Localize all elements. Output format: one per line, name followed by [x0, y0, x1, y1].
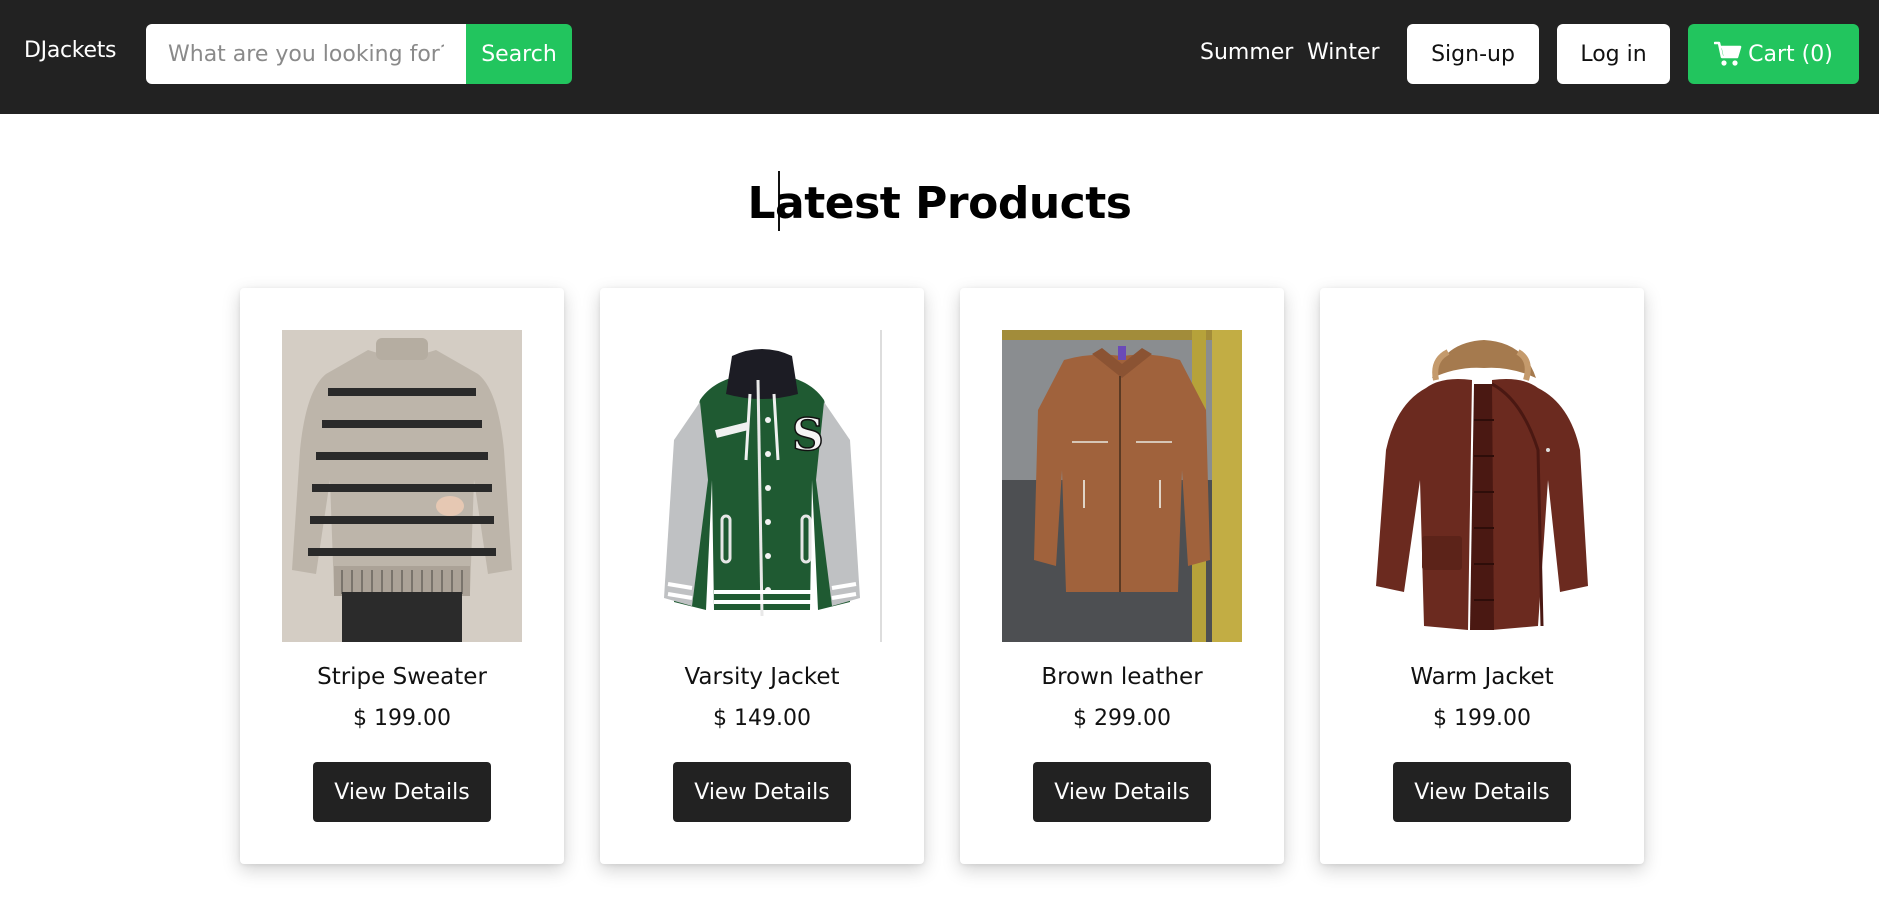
product-name[interactable]: Brown leather: [960, 664, 1284, 690]
nav-link-summer[interactable]: Summer: [1200, 40, 1293, 65]
login-button[interactable]: Log in: [1557, 24, 1670, 84]
page-title: Latest Products: [747, 178, 1132, 229]
product-price: $ 149.00: [713, 706, 811, 731]
product-card: Stripe Sweater $ 199.00 View Details: [240, 288, 564, 864]
svg-text:S: S: [792, 410, 824, 461]
navbar: DJackets Search Summer Winter Sign-up Lo…: [0, 0, 1879, 114]
product-price: $ 299.00: [1073, 706, 1171, 731]
cart-button[interactable]: Cart (0): [1688, 24, 1859, 84]
product-price: $ 199.00: [353, 706, 451, 731]
shopping-cart-icon: [1714, 41, 1742, 67]
product-card: S Varsity Jacket $ 149.00 View Details: [600, 288, 924, 864]
view-details-button[interactable]: View Details: [313, 762, 491, 822]
search-form: Search: [146, 24, 572, 84]
striped-sweater-photo[interactable]: [282, 330, 522, 642]
view-details-button[interactable]: View Details: [1033, 762, 1211, 822]
search-button[interactable]: Search: [466, 24, 572, 84]
product-card: Brown leather $ 299.00 View Details: [960, 288, 1284, 864]
brand-logo[interactable]: DJackets: [24, 38, 116, 63]
brown-leather-jacket-photo[interactable]: [1002, 330, 1242, 642]
view-details-button[interactable]: View Details: [1393, 762, 1571, 822]
warm-parka-jacket-photo[interactable]: [1362, 330, 1602, 642]
signup-button[interactable]: Sign-up: [1407, 24, 1539, 84]
nav-link-winter[interactable]: Winter: [1307, 40, 1380, 65]
cart-label: Cart (0): [1748, 41, 1833, 67]
view-details-button[interactable]: View Details: [673, 762, 851, 822]
product-name[interactable]: Varsity Jacket: [600, 664, 924, 690]
product-price: $ 199.00: [1433, 706, 1531, 731]
search-input[interactable]: [146, 24, 466, 84]
product-card: Warm Jacket $ 199.00 View Details: [1320, 288, 1644, 864]
varsity-jacket-photo[interactable]: S: [642, 330, 882, 642]
product-name[interactable]: Stripe Sweater: [240, 664, 564, 690]
product-name[interactable]: Warm Jacket: [1320, 664, 1644, 690]
